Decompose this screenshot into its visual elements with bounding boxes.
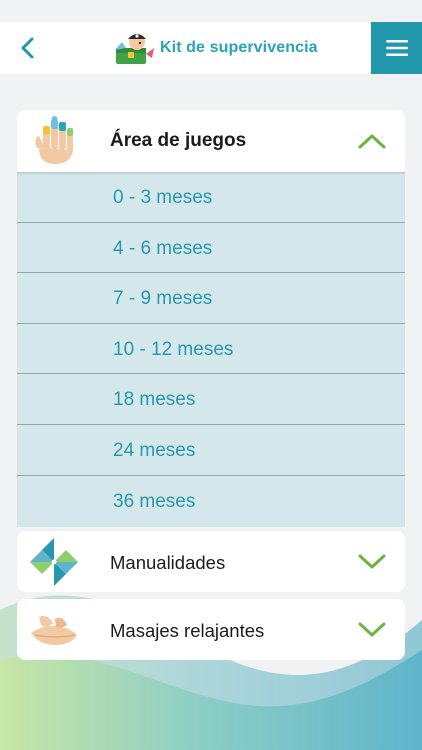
list-item-age[interactable]: 24 meses	[17, 425, 405, 476]
chevron-down-icon[interactable]	[357, 621, 387, 639]
list-item-age[interactable]: 18 meses	[17, 374, 405, 425]
list-item-age[interactable]: 4 - 6 meses	[17, 223, 405, 274]
header-brand: Kit de supervivencia	[110, 28, 318, 68]
section-area-de-juegos[interactable]: Área de juegos	[17, 110, 405, 172]
section-title: Manualidades	[110, 552, 226, 573]
age-list: 0 - 3 meses 4 - 6 meses 7 - 9 meses 10 -…	[17, 172, 405, 527]
section-masajes-relajantes[interactable]: Masajes relajantes	[17, 599, 405, 660]
list-item-age[interactable]: 7 - 9 meses	[17, 273, 405, 324]
list-item-age[interactable]: 36 meses	[17, 476, 405, 527]
page-title: Kit de supervivencia	[160, 39, 318, 56]
finger-puppets-hand-icon	[35, 116, 73, 164]
back-arrow-icon	[21, 37, 34, 59]
back-button[interactable]	[10, 30, 46, 66]
massage-hands-icon	[31, 615, 77, 645]
pinwheel-icon	[30, 538, 78, 586]
section-manualidades[interactable]: Manualidades	[17, 531, 405, 592]
hamburger-menu-icon	[385, 40, 408, 56]
section-title: Área de juegos	[110, 130, 247, 151]
section-title: Masajes relajantes	[110, 620, 265, 641]
top-bar: Kit de supervivencia	[0, 22, 422, 74]
pirate-kid-chest-logo	[115, 34, 154, 64]
list-item-age[interactable]: 10 - 12 meses	[17, 324, 405, 375]
menu-button[interactable]	[371, 22, 422, 74]
chevron-down-icon[interactable]	[357, 553, 387, 571]
list-item-age[interactable]: 0 - 3 meses	[17, 172, 405, 223]
chevron-up-icon[interactable]	[357, 132, 387, 150]
